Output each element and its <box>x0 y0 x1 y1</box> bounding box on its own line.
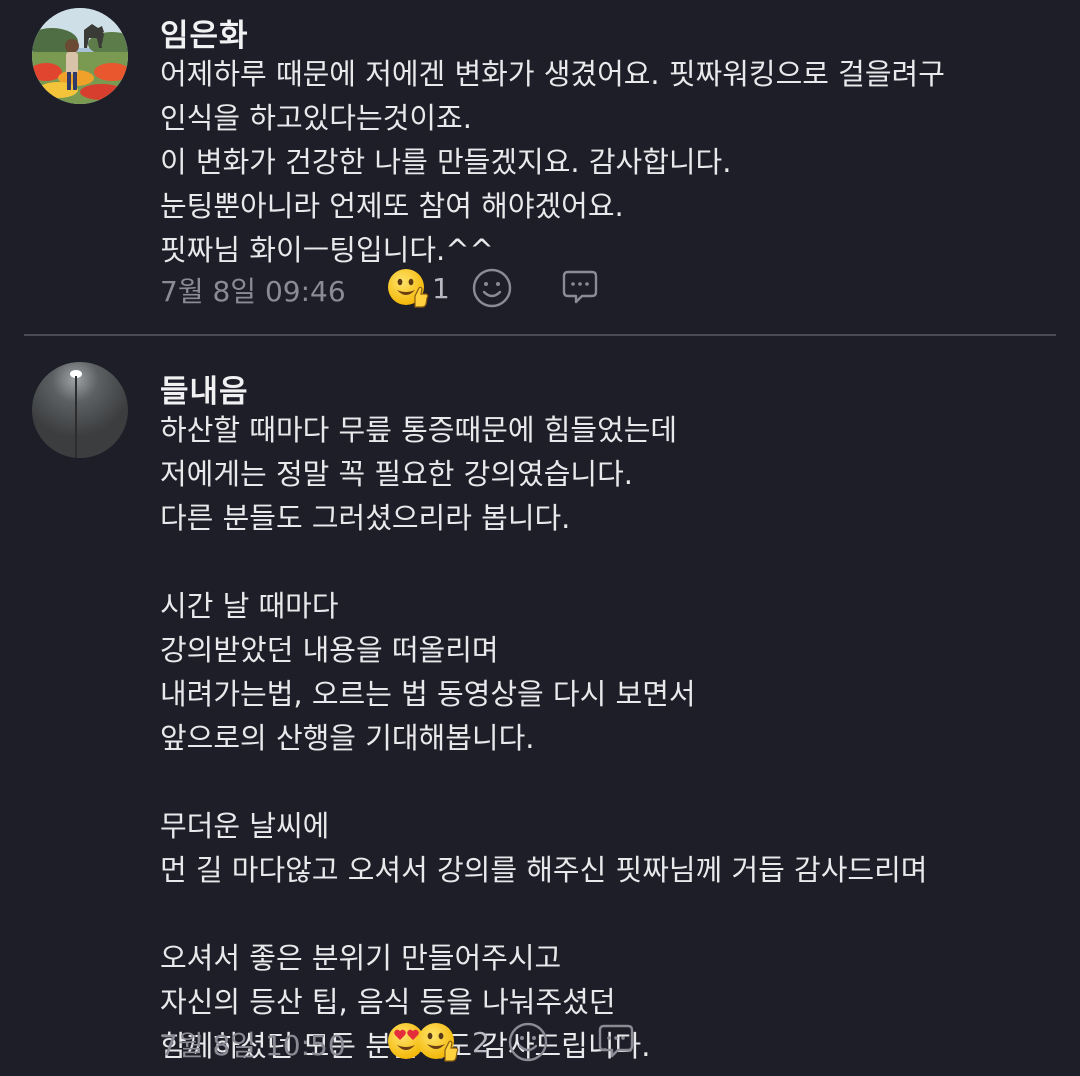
comment-text: 하산할 때마다 무릎 통증때문에 힘들었는데 저에게는 정말 꼭 필요한 강의였… <box>160 413 928 1063</box>
comment-timestamp: 7월 8일 09:46 <box>160 275 346 308</box>
speech-bubble-icon[interactable] <box>558 266 602 310</box>
reaction-count: 1 <box>432 272 450 305</box>
comment-timestamp: 7월 8일 10:50 <box>160 1029 346 1062</box>
thumbs-up-smile-emoji <box>418 1023 459 1062</box>
comment-item: 들내음 하산할 때마다 무릎 통증때문에 힘들었는데 저에게는 정말 꼭 필요한… <box>0 336 1080 1076</box>
comment-meta: 7월 8일 09:46 1 <box>160 264 860 312</box>
comment-author[interactable]: 들내음 <box>160 366 249 411</box>
speech-bubble-icon[interactable] <box>594 1020 638 1064</box>
smiley-outline-icon[interactable] <box>506 1020 550 1064</box>
smiley-outline-icon[interactable] <box>470 266 514 310</box>
comment-author[interactable]: 임은화 <box>160 10 249 55</box>
thumbs-up-smile-emoji <box>388 269 429 308</box>
reaction-count: 2 <box>472 1026 490 1059</box>
avatar[interactable] <box>32 8 128 104</box>
avatar[interactable] <box>32 362 128 458</box>
comment-item: 임은화 어제하루 때문에 저에겐 변화가 생겼어요. 핏짜워킹으로 걸을려구 인… <box>0 0 1080 334</box>
comment-meta: 7월 8일 10:50 2 <box>160 1018 860 1066</box>
comment-text: 어제하루 때문에 저에겐 변화가 생겼어요. 핏짜워킹으로 걸을려구 인식을 하… <box>160 57 945 267</box>
